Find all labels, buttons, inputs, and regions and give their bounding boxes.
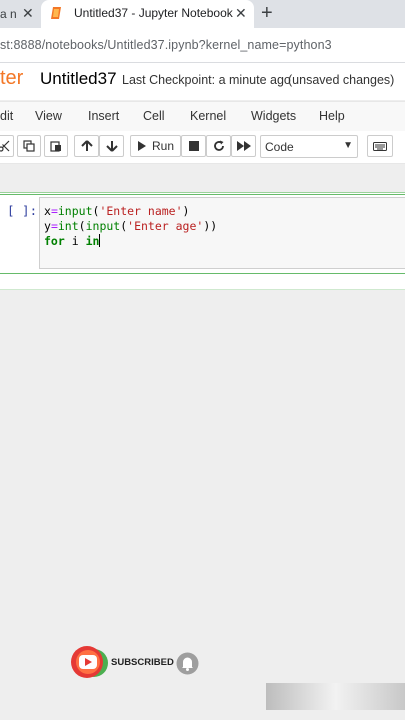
interrupt-button[interactable] — [181, 135, 206, 157]
menu-help[interactable]: Help — [319, 109, 345, 123]
paste-button[interactable] — [44, 135, 68, 157]
code-line-3[interactable]: for i in — [44, 234, 101, 248]
copy-button[interactable] — [17, 135, 41, 157]
cell-prompt: [ ]: — [7, 203, 38, 218]
close-icon[interactable]: ✕ — [235, 5, 247, 22]
cell-type-value: Code — [265, 140, 294, 154]
menu-insert[interactable]: Insert — [88, 109, 119, 123]
notebook-title[interactable]: Untitled37 — [40, 69, 117, 89]
refresh-icon — [213, 140, 224, 151]
command-palette-button[interactable] — [367, 135, 393, 157]
text-cursor — [99, 234, 101, 247]
stop-icon — [188, 141, 199, 151]
fast-forward-icon — [236, 141, 251, 151]
menu-edit[interactable]: dit — [0, 109, 13, 123]
menu-view[interactable]: View — [35, 109, 62, 123]
subscribed-label: SUBSCRIBED — [111, 657, 174, 668]
menu-widgets[interactable]: Widgets — [251, 109, 296, 123]
paste-icon — [50, 141, 61, 152]
browser-tab-previous[interactable]: a n ✕ — [0, 0, 40, 28]
arrow-down-icon — [105, 141, 118, 152]
checkpoint-status: Last Checkpoint: a minute ago — [122, 73, 291, 87]
address-url[interactable]: st:8888/notebooks/Untitled37.ipynb?kerne… — [0, 38, 332, 52]
restart-button[interactable] — [206, 135, 231, 157]
tab-title: a n — [0, 7, 17, 21]
menu-cell[interactable]: Cell — [143, 109, 165, 123]
browser-tab-active[interactable]: Untitled37 - Jupyter Notebook ✕ — [41, 0, 254, 28]
chevron-down-icon: ▼ — [343, 140, 353, 151]
notebook-favicon-icon — [51, 7, 61, 19]
menu-kernel[interactable]: Kernel — [190, 109, 226, 123]
move-up-button[interactable] — [74, 135, 99, 157]
jupyter-logo[interactable]: ter — [0, 67, 23, 90]
new-tab-icon[interactable]: + — [261, 2, 273, 25]
keyboard-icon — [373, 141, 387, 151]
menubar: dit View Insert Cell Kernel Widgets Help — [0, 101, 405, 132]
youtube-icon — [71, 646, 108, 678]
code-line-1[interactable]: x=input('Enter name') — [44, 204, 189, 218]
code-line-2[interactable]: y=int(input('Enter age')) — [44, 219, 217, 233]
restart-run-all-button[interactable] — [231, 135, 256, 157]
tab-title: Untitled37 - Jupyter Notebook — [74, 6, 233, 20]
move-down-button[interactable] — [99, 135, 124, 157]
close-icon[interactable]: ✕ — [22, 5, 34, 22]
subscribed-overlay: SUBSCRIBED — [70, 645, 205, 681]
bell-icon — [176, 652, 199, 675]
arrow-up-icon — [80, 140, 93, 151]
address-bar[interactable]: st:8888/notebooks/Untitled37.ipynb?kerne… — [0, 28, 405, 63]
copy-icon — [23, 140, 35, 152]
cell-type-select[interactable]: Code ▼ — [260, 135, 358, 158]
jupyter-header: ter Untitled37 Last Checkpoint: a minute… — [0, 63, 405, 100]
cut-button[interactable] — [0, 135, 14, 157]
unsaved-status: (unsaved changes) — [288, 73, 395, 87]
browser-tab-strip: a n ✕ Untitled37 - Jupyter Notebook ✕ + — [0, 0, 405, 28]
notebook-toolbar: Run Code ▼ — [0, 131, 405, 164]
run-button[interactable]: Run — [130, 135, 181, 157]
play-icon — [137, 141, 146, 151]
blurred-overlay — [266, 683, 405, 710]
run-label: Run — [151, 139, 174, 153]
scissors-icon — [0, 140, 10, 152]
